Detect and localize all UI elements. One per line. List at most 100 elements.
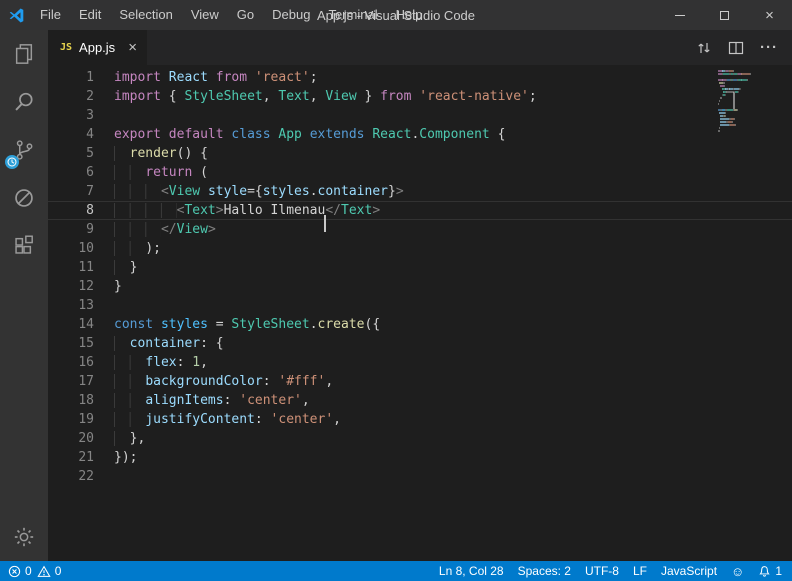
problems-errors[interactable]: 0 [8, 564, 32, 578]
activity-source-control[interactable] [0, 126, 48, 174]
code-line[interactable]: 19 justifyContent: 'center', [48, 410, 792, 429]
cursor-position[interactable]: Ln 8, Col 28 [439, 564, 504, 578]
minimap[interactable] [718, 70, 780, 136]
code-text: }); [114, 448, 792, 467]
line-number[interactable]: 21 [48, 448, 94, 467]
menu-view[interactable]: View [182, 0, 228, 30]
tab-appjs[interactable]: JS App.js × [48, 30, 147, 65]
line-number[interactable]: 2 [48, 87, 94, 106]
activity-settings[interactable] [0, 513, 48, 561]
minimize-button[interactable] [657, 0, 702, 30]
notifications-bell[interactable]: 1 [758, 564, 782, 578]
code-line[interactable]: 1import React from 'react'; [48, 68, 792, 87]
error-count: 0 [25, 564, 32, 578]
scm-clock-badge [5, 155, 19, 169]
code-text: flex: 1, [114, 353, 792, 372]
line-number[interactable]: 13 [48, 296, 94, 315]
code-text: } [114, 277, 792, 296]
code-text: container: { [114, 334, 792, 353]
menu-selection[interactable]: Selection [110, 0, 181, 30]
line-number[interactable]: 6 [48, 163, 94, 182]
minimize-icon [675, 15, 685, 16]
indentation-setting[interactable]: Spaces: 2 [518, 564, 571, 578]
search-icon [13, 91, 35, 113]
line-number[interactable]: 11 [48, 258, 94, 277]
activity-search[interactable] [0, 78, 48, 126]
code-line[interactable]: 17 backgroundColor: '#fff', [48, 372, 792, 391]
line-number[interactable]: 3 [48, 106, 94, 125]
activity-extensions[interactable] [0, 222, 48, 270]
more-actions-icon[interactable]: ··· [760, 40, 778, 55]
tab-close-icon[interactable]: × [128, 40, 137, 55]
line-number[interactable]: 20 [48, 429, 94, 448]
maximize-icon [720, 11, 729, 20]
line-number[interactable]: 10 [48, 239, 94, 258]
activity-explorer[interactable] [0, 30, 48, 78]
line-number[interactable]: 1 [48, 68, 94, 87]
code-line[interactable]: 2import { StyleSheet, Text, View } from … [48, 87, 792, 106]
code-line[interactable]: 11 } [48, 258, 792, 277]
code-line[interactable]: 4export default class App extends React.… [48, 125, 792, 144]
line-number[interactable]: 22 [48, 467, 94, 486]
line-number[interactable]: 5 [48, 144, 94, 163]
code-text: alignItems: 'center', [114, 391, 792, 410]
window-controls: × [657, 0, 792, 30]
extensions-icon [13, 235, 35, 257]
line-number[interactable]: 4 [48, 125, 94, 144]
menu-edit[interactable]: Edit [70, 0, 110, 30]
feedback-smiley-icon[interactable]: ☺ [731, 565, 744, 578]
language-mode[interactable]: JavaScript [661, 564, 717, 578]
code-line[interactable]: 15 container: { [48, 334, 792, 353]
code-text: } [114, 258, 792, 277]
code-line[interactable]: 8 <Text>Hallo Ilmenau</Text> [48, 201, 792, 220]
encoding-setting[interactable]: UTF-8 [585, 564, 619, 578]
warning-count: 0 [55, 564, 62, 578]
maximize-button[interactable] [702, 0, 747, 30]
line-number[interactable]: 8 [48, 201, 94, 220]
line-number[interactable]: 18 [48, 391, 94, 410]
code-line[interactable]: 22 [48, 467, 792, 486]
menu-debug[interactable]: Debug [263, 0, 319, 30]
code-line[interactable]: 18 alignItems: 'center', [48, 391, 792, 410]
line-number[interactable]: 14 [48, 315, 94, 334]
activity-debug[interactable] [0, 174, 48, 222]
code-line[interactable]: 5 render() { [48, 144, 792, 163]
code-line[interactable]: 13 [48, 296, 792, 315]
code-line[interactable]: 16 flex: 1, [48, 353, 792, 372]
editor-actions: ··· [696, 30, 792, 65]
line-number[interactable]: 9 [48, 220, 94, 239]
close-button[interactable]: × [747, 0, 792, 30]
bell-icon [758, 565, 771, 578]
code-line[interactable]: 20 }, [48, 429, 792, 448]
title-bar: File Edit Selection View Go Debug Termin… [0, 0, 792, 30]
line-number[interactable]: 12 [48, 277, 94, 296]
eol-setting[interactable]: LF [633, 564, 647, 578]
code-text: <View style={styles.container}> [114, 182, 792, 201]
vscode-window: File Edit Selection View Go Debug Termin… [0, 0, 792, 581]
line-number[interactable]: 15 [48, 334, 94, 353]
sync-changes-icon[interactable] [696, 40, 712, 56]
code-line[interactable]: 9 </View> [48, 220, 792, 239]
menu-file[interactable]: File [31, 0, 70, 30]
code-line[interactable]: 6 return ( [48, 163, 792, 182]
code-line[interactable]: 10 ); [48, 239, 792, 258]
line-number[interactable]: 17 [48, 372, 94, 391]
line-number[interactable]: 16 [48, 353, 94, 372]
code-line[interactable]: 12} [48, 277, 792, 296]
code-line[interactable]: 14const styles = StyleSheet.create({ [48, 315, 792, 334]
code-text: render() { [114, 144, 792, 163]
editor[interactable]: 1import React from 'react';2import { Sty… [48, 65, 792, 561]
code-line[interactable]: 3 [48, 106, 792, 125]
code-text [114, 296, 792, 315]
line-number[interactable]: 7 [48, 182, 94, 201]
menu-go[interactable]: Go [228, 0, 263, 30]
problems-warnings[interactable]: 0 [37, 564, 62, 578]
clock-icon [7, 157, 17, 167]
status-right: Ln 8, Col 28 Spaces: 2 UTF-8 LF JavaScri… [439, 564, 782, 578]
status-bar: 0 0 Ln 8, Col 28 Spaces: 2 UTF-8 LF Java… [0, 561, 792, 581]
code-line[interactable]: 7 <View style={styles.container}> [48, 182, 792, 201]
line-number[interactable]: 19 [48, 410, 94, 429]
code-text: return ( [114, 163, 792, 182]
split-editor-icon[interactable] [728, 40, 744, 56]
code-line[interactable]: 21}); [48, 448, 792, 467]
